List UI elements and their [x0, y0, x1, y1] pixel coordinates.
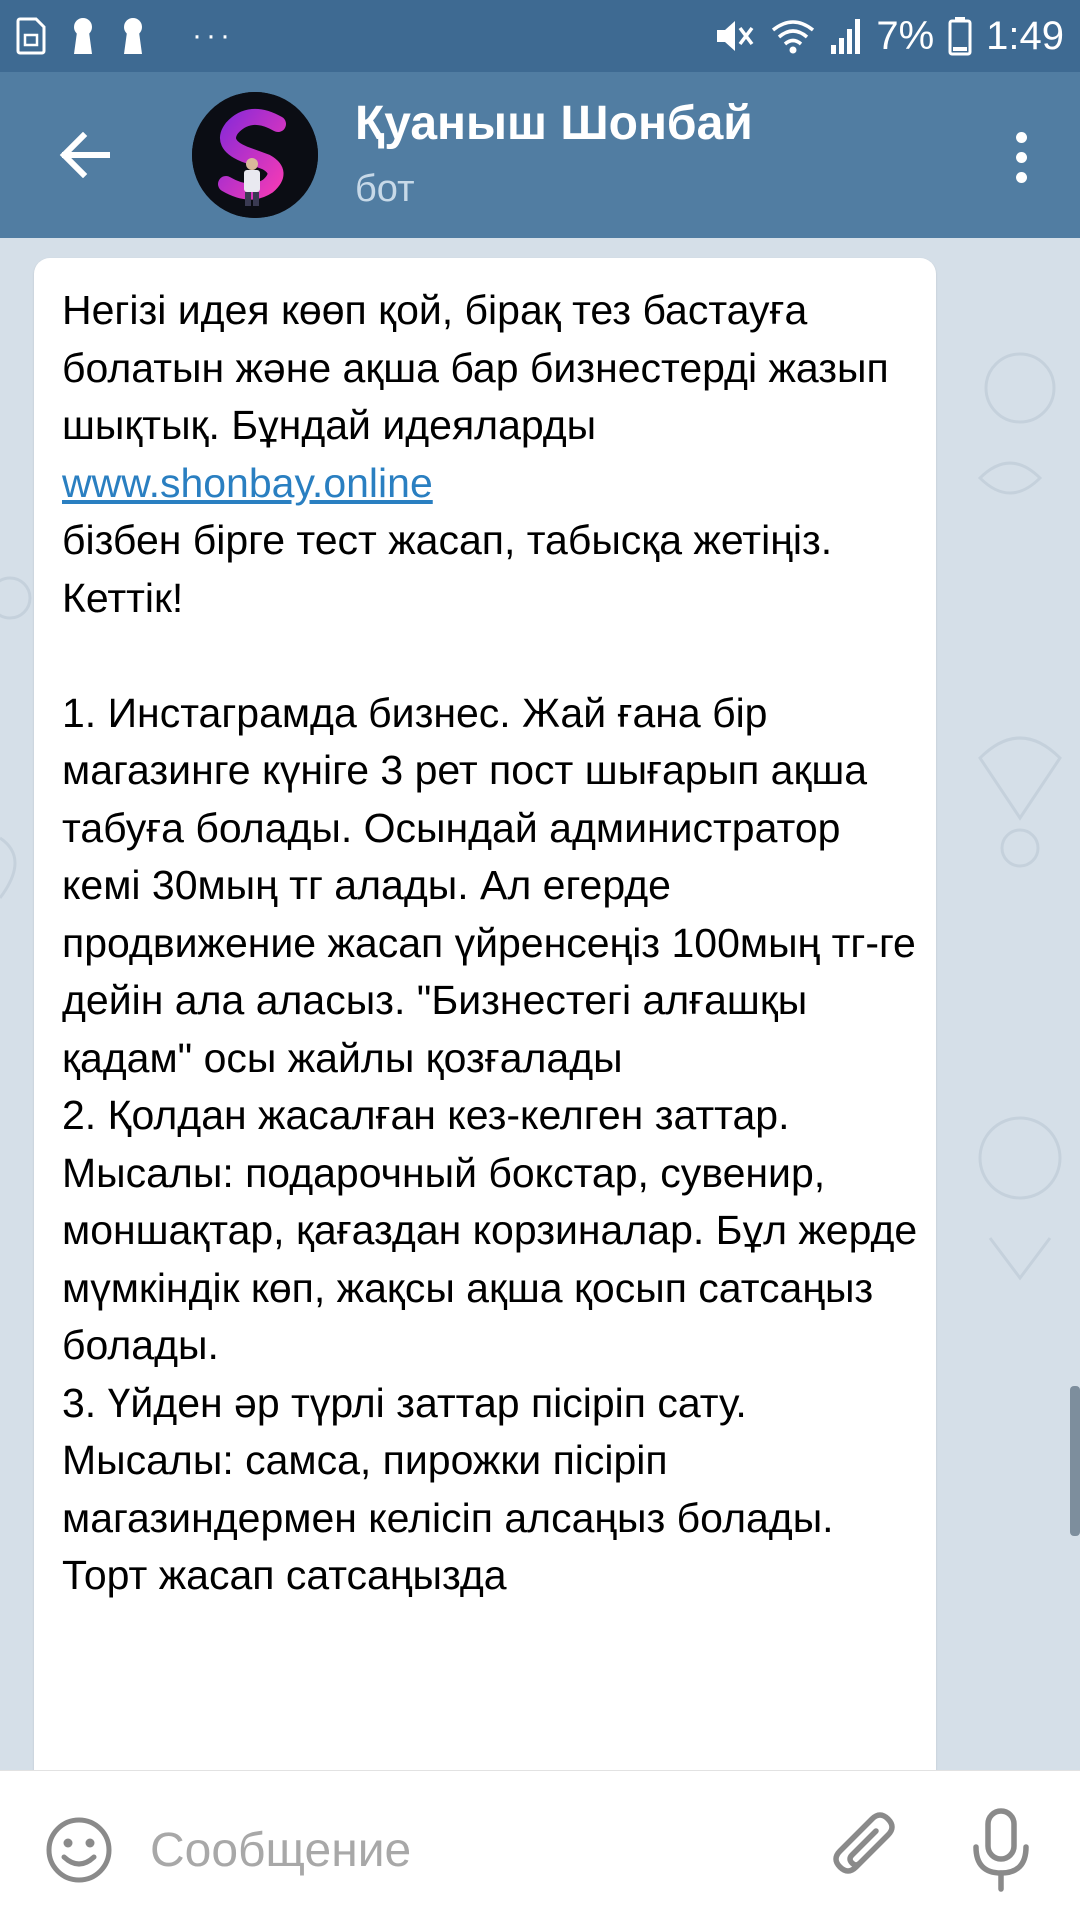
sim-card-icon: [16, 17, 46, 55]
message-text-part: бізбен бірге тест жасап, табысқа жетіңіз…: [62, 517, 918, 1598]
status-bar: ··· 7% 1:49: [0, 0, 1080, 72]
chat-header: Қуаныш Шонбай бот: [0, 72, 1080, 238]
website-link[interactable]: www.shonbay.online: [62, 460, 433, 506]
wifi-icon: [770, 16, 816, 56]
battery-icon: [948, 16, 972, 56]
emoji-button[interactable]: [44, 1815, 114, 1885]
keyhole-icon: [70, 16, 96, 56]
signal-icon: [830, 17, 862, 55]
smiley-icon: [46, 1817, 112, 1883]
attach-button[interactable]: [826, 1805, 906, 1895]
arrow-left-icon: [59, 132, 110, 178]
more-notifications-icon: ···: [192, 19, 234, 52]
message-text: Негізі идея көөп қой, бірақ тез бастауға…: [62, 282, 922, 1605]
more-options-button[interactable]: [986, 112, 1056, 202]
scrollbar-thumb[interactable]: [1070, 1386, 1080, 1536]
avatar-image: [192, 92, 318, 218]
background-doodle-icon: [978, 736, 1062, 868]
message-text-part: Негізі идея көөп қой, бірақ тез бастауға…: [62, 287, 889, 448]
back-button[interactable]: [40, 110, 130, 200]
paperclip-icon: [833, 1812, 895, 1874]
clock: 1:49: [986, 13, 1064, 58]
status-left-icons: ···: [16, 14, 234, 58]
chat-subtitle: бот: [355, 168, 415, 210]
chat-area[interactable]: Негізі идея көөп қой, бірақ тез бастауға…: [0, 238, 1080, 1770]
message-bubble[interactable]: Негізі идея көөп қой, бірақ тез бастауға…: [34, 258, 936, 1770]
keyhole-icon: [120, 16, 146, 56]
avatar[interactable]: [192, 92, 318, 218]
microphone-icon: [973, 1808, 1029, 1892]
background-doodle-icon: [978, 1116, 1062, 1281]
background-doodle-icon: [977, 352, 1056, 495]
message-input[interactable]: [150, 1813, 790, 1887]
background-doodle-icon: [0, 576, 32, 899]
message-input-bar: [0, 1770, 1080, 1921]
battery-percent: 7%: [876, 13, 935, 58]
mute-icon: [714, 16, 756, 56]
status-right-icons: 7% 1:49: [714, 10, 1064, 62]
chat-title[interactable]: Қуаныш Шонбай: [355, 96, 753, 151]
voice-record-button[interactable]: [966, 1805, 1036, 1895]
more-vertical-icon: [1015, 131, 1027, 143]
